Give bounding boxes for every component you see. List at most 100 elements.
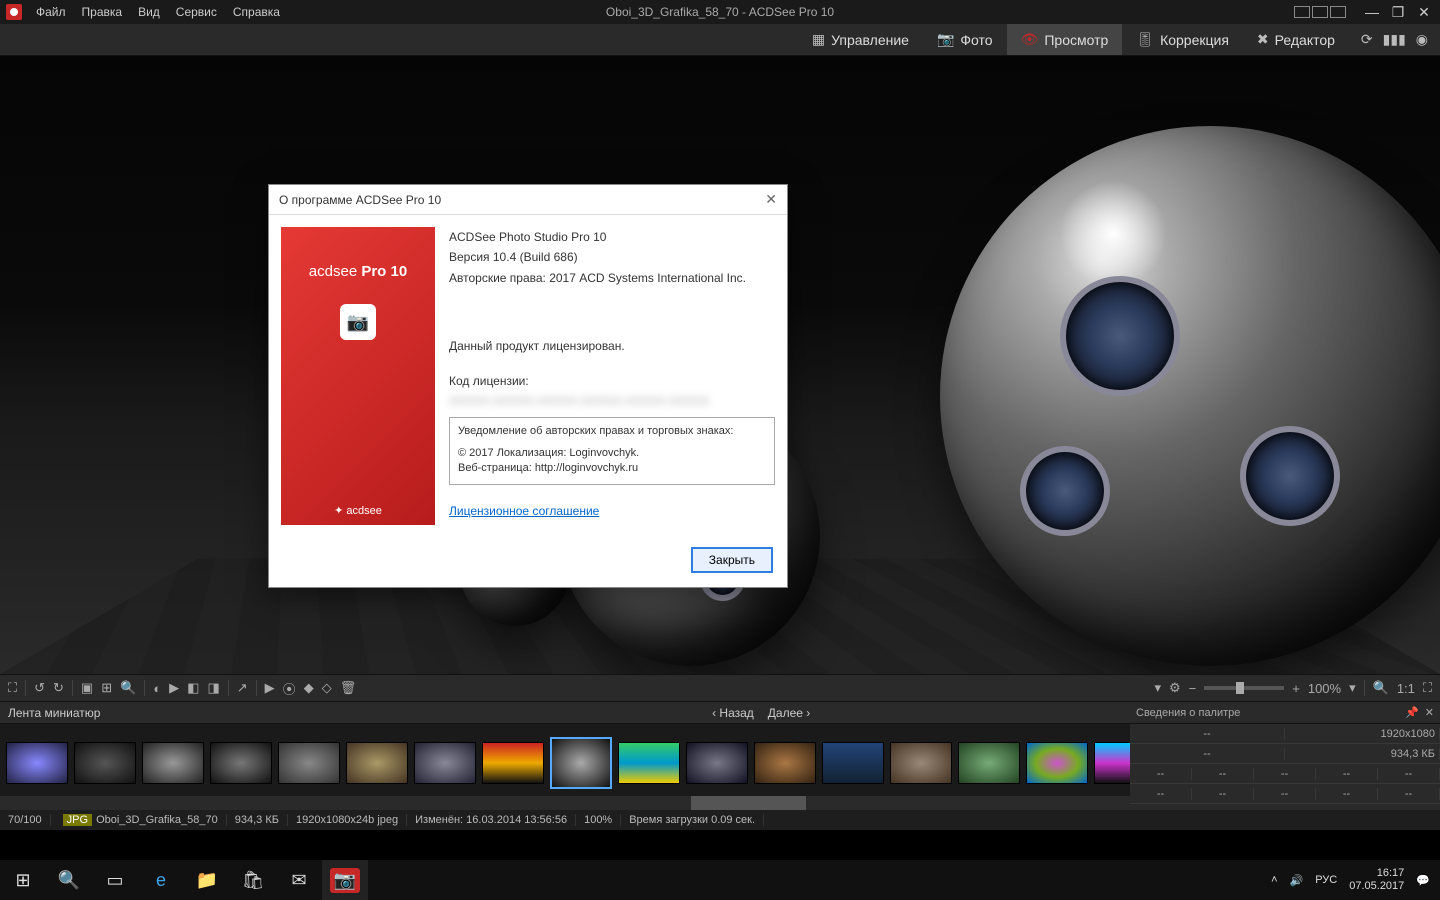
clock[interactable]: 16:17 07.05.2017 (1349, 867, 1404, 893)
down-icon[interactable]: ▾ (1154, 680, 1161, 696)
menu-edit[interactable]: Правка (74, 5, 131, 19)
mode-edit[interactable]: ✖Редактор (1243, 24, 1349, 55)
thumb[interactable] (74, 742, 136, 784)
cloud-365-icon[interactable]: ⟳ (1361, 31, 1373, 48)
tool-icon-2[interactable]: ◨ (207, 680, 219, 696)
version-label: Версия 10.4 (Build 686) (449, 247, 775, 267)
thumb[interactable] (890, 742, 952, 784)
product-name: ACDSee Photo Studio Pro 10 (449, 227, 775, 247)
thumb[interactable] (1026, 742, 1088, 784)
start-button[interactable]: ⊞ (0, 860, 46, 900)
mode-manage[interactable]: ▦Управление (798, 24, 923, 55)
rotate-left-icon[interactable]: ↺ (34, 680, 45, 696)
status-zoom: 100% (576, 814, 621, 826)
slideshow-icon[interactable]: ▶ (265, 680, 275, 696)
dialog-close-button[interactable]: Закрыть (691, 547, 773, 573)
sync-icon[interactable]: ◉ (1416, 31, 1428, 48)
fit-window-icon[interactable]: ⛶ (1423, 680, 1432, 696)
thumb-selected[interactable] (550, 737, 612, 789)
license-key-label: Код лицензии: (449, 371, 775, 391)
external-icon[interactable]: ↗ (237, 680, 248, 696)
menu-view[interactable]: Вид (130, 5, 168, 19)
thumb[interactable] (6, 742, 68, 784)
copyright-label: Авторские права: 2017 ACD Systems Intern… (449, 268, 775, 288)
tool-icon-3[interactable]: ◆ (304, 680, 314, 696)
pin-icon[interactable]: 📌 (1405, 706, 1419, 719)
thumb[interactable] (210, 742, 272, 784)
menu-file[interactable]: Файл (28, 5, 74, 19)
stats-icon[interactable]: ▮▮▮ (1383, 31, 1406, 48)
zoom-in-icon[interactable]: + (1292, 681, 1300, 696)
language-indicator[interactable]: РУС (1315, 874, 1337, 886)
trash-icon[interactable]: 🗑 (340, 680, 357, 696)
fit-icon[interactable]: ⛶ (8, 680, 17, 696)
palette-size: 934,3 КБ (1285, 748, 1440, 760)
camera-icon: 📷 (340, 304, 376, 340)
explorer-icon[interactable]: 📁 (184, 860, 230, 900)
layout-icon-2[interactable] (1312, 6, 1328, 18)
tool-icon-4[interactable]: ◇ (322, 680, 332, 696)
status-modified: Изменён: 16.03.2014 13:56:56 (407, 814, 576, 826)
windows-taskbar: ⊞ 🔍 ▭ e 📁 🛍 ✉ 📷 ˄ 🔊 РУС 16:17 07.05.2017… (0, 860, 1440, 900)
select-icon[interactable]: ▣ (81, 680, 93, 696)
thumb[interactable] (958, 742, 1020, 784)
mode-photo[interactable]: 📷Фото (923, 24, 1007, 55)
status-loadtime: Время загрузки 0.09 сек. (621, 814, 764, 826)
menu-help[interactable]: Справка (225, 5, 288, 19)
thumb[interactable] (754, 742, 816, 784)
thumb[interactable] (142, 742, 204, 784)
volume-icon[interactable]: 🔊 (1290, 874, 1304, 887)
taskview-icon[interactable]: ▭ (92, 860, 138, 900)
filmstrip-forward[interactable]: Далее › (768, 706, 811, 720)
menu-tools[interactable]: Сервис (168, 5, 225, 19)
mode-tabs: ▦Управление 📷Фото 👁Просмотр 🎚Коррекция ✖… (0, 24, 1440, 56)
rotate-right-icon[interactable]: ↻ (53, 680, 64, 696)
acdsee-task-icon[interactable]: 📷 (322, 860, 368, 900)
zoom-out-icon[interactable]: − (1189, 681, 1197, 696)
thumb[interactable] (414, 742, 476, 784)
close-button[interactable]: ✕ (1412, 4, 1436, 21)
window-title: Oboi_3D_Grafika_58_70 - ACDSee Pro 10 (606, 5, 834, 19)
thumb[interactable] (618, 742, 680, 784)
palette-panel: Сведения о палитре 📌 ✕ --1920x1080 --934… (1130, 702, 1440, 804)
tray-up-icon[interactable]: ˄ (1271, 874, 1277, 886)
ratio-label[interactable]: 1:1 (1397, 681, 1415, 696)
app-icon (6, 4, 22, 20)
licensed-label: Данный продукт лицензирован. (449, 336, 775, 356)
thumb[interactable] (482, 742, 544, 784)
exposure-icon[interactable]: ◐ (153, 681, 161, 696)
zoom-icon[interactable]: 🔍 (120, 680, 136, 696)
chevron-down-icon[interactable]: ▾ (1349, 680, 1356, 696)
dialog-title: О программе ACDSee Pro 10 (279, 193, 441, 207)
mode-view[interactable]: 👁Просмотр (1007, 24, 1123, 55)
zoom-slider[interactable] (1204, 686, 1284, 690)
thumb[interactable] (686, 742, 748, 784)
palette-close-icon[interactable]: ✕ (1425, 706, 1434, 719)
record-icon[interactable]: ⦿ (283, 679, 296, 698)
thumb[interactable] (278, 742, 340, 784)
license-agreement-link[interactable]: Лицензионное соглашение (449, 501, 599, 521)
crop-icon[interactable]: ⊞ (101, 680, 112, 696)
actual-size-icon[interactable]: 🔍 (1373, 680, 1389, 696)
thumb[interactable] (346, 742, 408, 784)
mail-icon[interactable]: ✉ (276, 860, 322, 900)
license-notice-box[interactable]: Уведомление об авторских правах и торгов… (449, 417, 775, 485)
store-icon[interactable]: 🛍 (230, 860, 276, 900)
thumb[interactable] (822, 742, 884, 784)
filmstrip-back[interactable]: ‹ Назад (712, 706, 754, 720)
status-position: 70/100 (0, 814, 51, 826)
layout-icon-3[interactable] (1330, 6, 1346, 18)
gear-icon[interactable]: ⚙ (1169, 680, 1181, 696)
maximize-button[interactable]: ❐ (1386, 4, 1410, 21)
search-icon[interactable]: 🔍 (46, 860, 92, 900)
play-icon[interactable]: ▶ (169, 680, 179, 696)
tool-icon-1[interactable]: ◧ (187, 680, 199, 696)
status-filesize: 934,3 КБ (227, 814, 288, 826)
edge-icon[interactable]: e (138, 860, 184, 900)
notifications-icon[interactable]: 💬 (1416, 874, 1430, 887)
filmstrip-label: Лента миниатюр (0, 706, 108, 720)
minimize-button[interactable]: — (1360, 4, 1384, 20)
layout-icon-1[interactable] (1294, 6, 1310, 18)
dialog-close-icon[interactable]: ✕ (765, 191, 777, 208)
mode-develop[interactable]: 🎚Коррекция (1122, 24, 1243, 55)
